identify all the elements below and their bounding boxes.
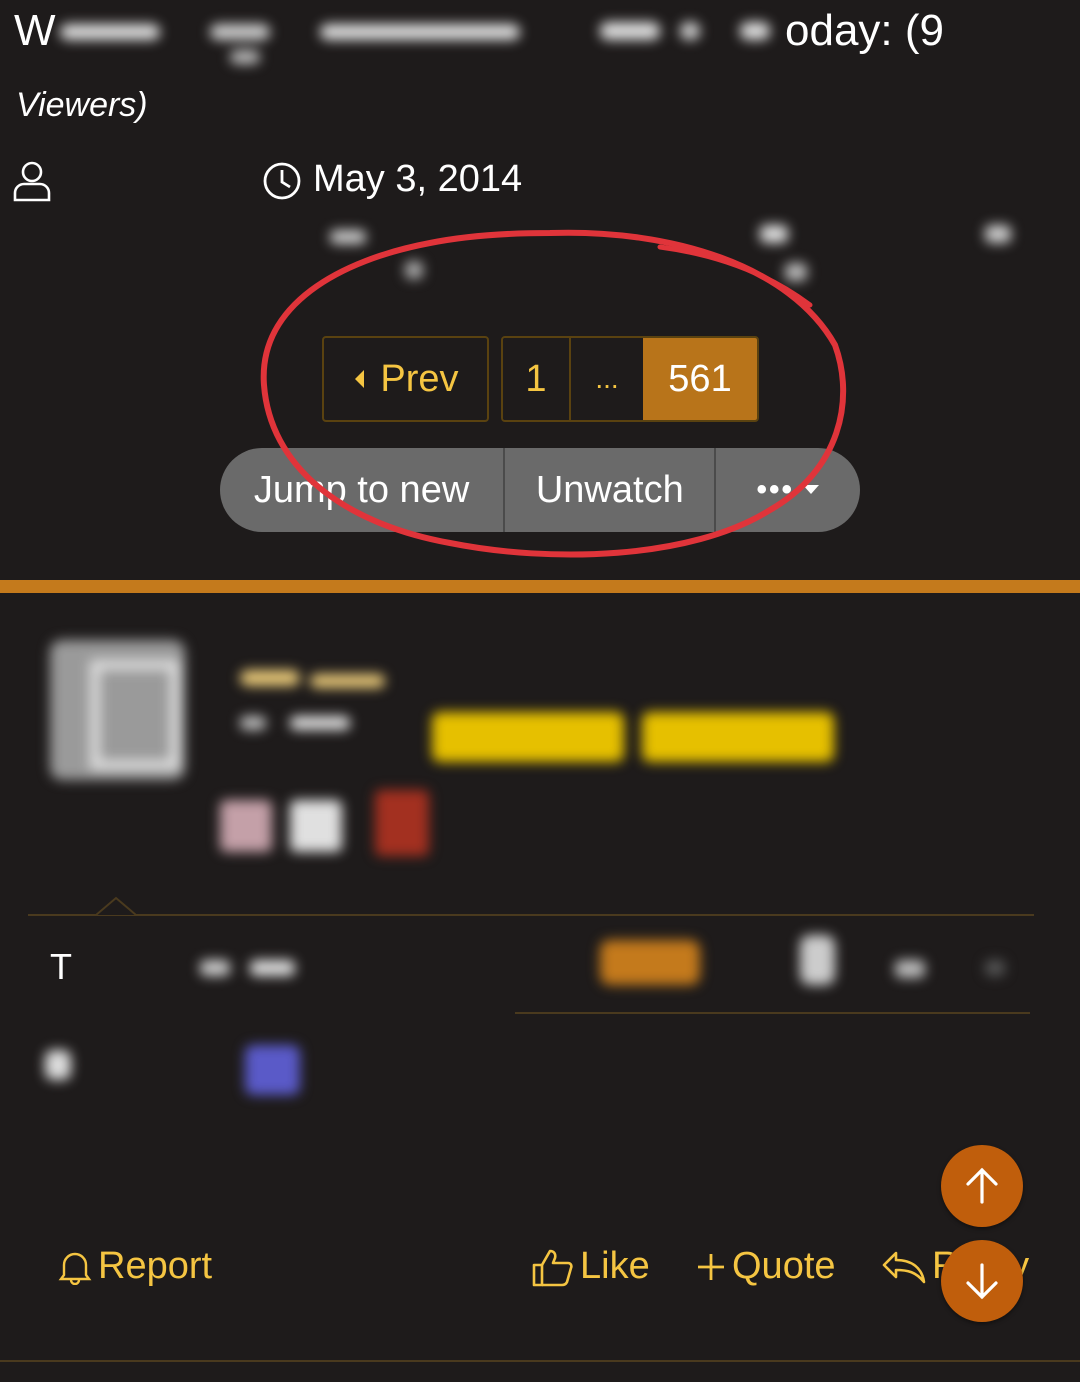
user-icon [12, 160, 52, 202]
bell-icon [58, 1249, 92, 1285]
thread-title-start: W [14, 6, 57, 55]
like-button[interactable]: Like [532, 1245, 650, 1288]
arrow-up-icon [962, 1166, 1002, 1206]
redacted-title-2 [600, 22, 780, 44]
plus-icon [696, 1252, 726, 1282]
report-button[interactable]: Report [58, 1245, 212, 1288]
reply-icon [882, 1250, 926, 1284]
arrow-down-icon [962, 1261, 1002, 1301]
redacted-title [60, 14, 600, 64]
avatar[interactable] [50, 640, 185, 780]
user-trophy-icons [220, 790, 440, 860]
post-text-start: T [50, 946, 72, 987]
thread-title-viewers: Viewers) [16, 86, 148, 124]
annotation-circle [260, 229, 847, 558]
post-action-bar: Report Like Quote Reply [0, 1245, 1080, 1305]
scroll-down-button[interactable] [941, 1240, 1023, 1322]
quote-label: Quote [732, 1245, 836, 1287]
user-banner-1 [432, 712, 624, 762]
quote-top-rule [28, 914, 1034, 916]
quote-bottom-rule [515, 1012, 1030, 1014]
post-bottom-rule [0, 1360, 1080, 1362]
report-label: Report [98, 1245, 213, 1287]
clock-icon [262, 161, 302, 201]
thumbs-up-icon [532, 1247, 574, 1287]
user-banner-2 [642, 712, 834, 762]
user-title [240, 712, 360, 732]
username[interactable] [240, 660, 390, 690]
like-label: Like [580, 1245, 650, 1287]
post-divider [0, 580, 1080, 593]
quote-caret [96, 896, 136, 916]
redacted-post-line [195, 930, 1045, 1000]
redacted-post-line-2 [40, 1040, 310, 1100]
scroll-up-button[interactable] [941, 1145, 1023, 1227]
thread-title-end: oday: (9 [785, 6, 944, 55]
quote-button[interactable]: Quote [696, 1245, 836, 1288]
thread-start-date[interactable]: May 3, 2014 [313, 158, 522, 201]
